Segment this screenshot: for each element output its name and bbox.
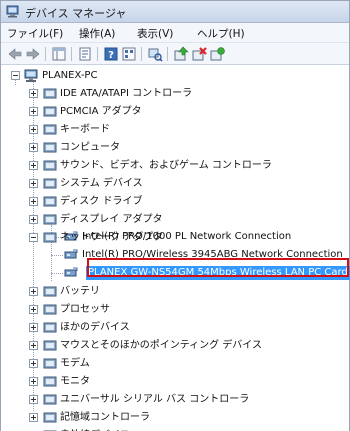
device-tree: PLANEX-PC Intel(R) PRO/1000 PL Network C… — [1, 65, 350, 431]
properties-icon[interactable] — [77, 46, 93, 62]
tree-category-label[interactable]: システム デバイス — [60, 177, 143, 191]
tree-category-label[interactable]: モニタ — [60, 375, 90, 389]
pcmcia-icon — [43, 106, 57, 117]
tree-category-label[interactable]: モデム — [60, 357, 90, 371]
title-bar[interactable]: デバイス マネージャ — [1, 1, 349, 23]
enable-icon[interactable] — [209, 46, 225, 62]
tree-category-label[interactable]: ユニバーサル シリアル バス コントローラ — [60, 393, 249, 407]
expander[interactable] — [29, 413, 38, 422]
view-icon[interactable] — [121, 46, 137, 62]
other-device-icon — [43, 322, 57, 333]
device-manager-window: デバイス マネージャ ファイル(F) 操作(A) 表示(V) ヘルプ(H) ? … — [0, 0, 350, 431]
expander[interactable] — [29, 377, 38, 386]
usb-icon — [43, 394, 57, 405]
mouse-icon — [43, 340, 57, 351]
expander[interactable] — [29, 395, 38, 404]
computer-icon — [24, 69, 38, 82]
expander[interactable] — [29, 143, 38, 152]
back-icon[interactable] — [7, 46, 23, 62]
tree-category-label[interactable]: ほかのデバイス — [60, 321, 130, 335]
expander[interactable] — [29, 125, 38, 134]
window-title: デバイス マネージャ — [25, 7, 127, 20]
highlight-box — [87, 258, 349, 277]
keyboard-icon — [43, 124, 57, 135]
network-card-icon — [64, 249, 78, 259]
battery-icon — [43, 286, 57, 297]
tree-category-label[interactable]: プロセッサ — [60, 303, 110, 317]
expander[interactable] — [29, 161, 38, 170]
tree-root-label[interactable]: PLANEX-PC — [42, 69, 97, 83]
tree-connector — [51, 273, 63, 274]
tree-connector — [51, 255, 63, 256]
tree-category-label[interactable]: バッテリ — [60, 285, 100, 299]
display-adapter-icon — [43, 214, 57, 225]
toolbar: ? — [1, 43, 349, 65]
help-icon[interactable]: ? — [103, 46, 119, 62]
menu-bar: ファイル(F) 操作(A) 表示(V) ヘルプ(H) — [1, 23, 349, 43]
expander[interactable] — [29, 215, 38, 224]
scan-hardware-icon[interactable] — [147, 46, 163, 62]
svg-text:?: ? — [108, 50, 114, 61]
menu-action[interactable]: 操作(A) — [79, 26, 115, 41]
toolbar-separator — [97, 47, 98, 61]
storage-controller-icon — [43, 412, 57, 423]
uninstall-icon[interactable] — [191, 46, 207, 62]
tree-category-label[interactable]: キーボード — [60, 123, 110, 137]
toolbar-separator — [141, 47, 142, 61]
expander[interactable] — [29, 197, 38, 206]
menu-help[interactable]: ヘルプ(H) — [197, 26, 245, 41]
expander[interactable] — [29, 305, 38, 314]
modem-icon — [43, 358, 57, 369]
tree-category-label[interactable]: PCMCIA アダプタ — [60, 105, 142, 119]
toolbar-separator — [71, 47, 72, 61]
expander[interactable] — [29, 359, 38, 368]
computer-icon — [43, 142, 57, 153]
show-tree-icon[interactable] — [51, 46, 67, 62]
toolbar-separator — [45, 47, 46, 61]
tree-category-label[interactable]: IDE ATA/ATAPI コントローラ — [60, 87, 192, 101]
system-device-icon — [43, 178, 57, 189]
tree-category-label[interactable]: サウンド、ビデオ、およびゲーム コントローラ — [60, 159, 272, 173]
root-expander[interactable] — [11, 71, 20, 80]
network-adapter-icon — [43, 232, 57, 243]
processor-icon — [43, 304, 57, 315]
menu-file[interactable]: ファイル(F) — [7, 26, 63, 41]
expander[interactable] — [29, 341, 38, 350]
toolbar-separator — [167, 47, 168, 61]
tree-category-label[interactable]: 記憶域コントローラ — [60, 411, 150, 425]
disk-drive-icon — [43, 196, 57, 207]
tree-category-label[interactable]: ディスク ドライブ — [60, 195, 142, 209]
update-driver-icon[interactable] — [173, 46, 189, 62]
expander[interactable] — [29, 323, 38, 332]
expander[interactable] — [29, 179, 38, 188]
menu-view[interactable]: 表示(V) — [137, 26, 173, 41]
device-manager-icon — [6, 5, 19, 18]
tree-category-label[interactable]: ネットワーク アダプタ — [60, 231, 163, 245]
expander[interactable] — [29, 287, 38, 296]
monitor-icon — [43, 376, 57, 387]
tree-category-label[interactable]: コンピュータ — [60, 141, 120, 155]
expander[interactable] — [29, 89, 38, 98]
ide-controller-icon — [43, 88, 57, 99]
expander[interactable] — [29, 107, 38, 116]
network-card-icon — [64, 267, 78, 277]
tree-category-label[interactable]: マウスとそのほかのポインティング デバイス — [60, 339, 262, 353]
tree-category-label[interactable]: ディスプレイ アダプタ — [60, 213, 162, 227]
sound-icon — [43, 160, 57, 171]
expander[interactable] — [29, 233, 38, 242]
forward-icon[interactable] — [25, 46, 41, 62]
